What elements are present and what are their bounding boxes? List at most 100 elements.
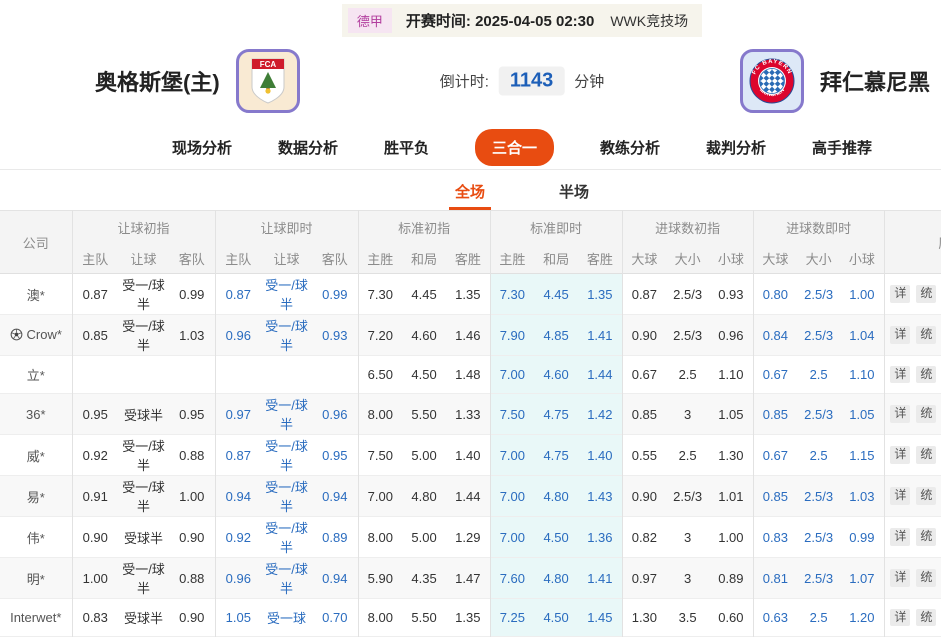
odds-cell: 0.92 (72, 435, 118, 476)
detail-button[interactable]: 详 (890, 366, 910, 383)
stats-button[interactable]: 统 (916, 446, 936, 463)
company-cell: Interwet* (0, 599, 72, 637)
odds-cell: 1.00 (709, 517, 753, 558)
subcol-handicap: 让球 (118, 243, 169, 274)
soccer-ball-icon (10, 328, 23, 344)
odds-cell (312, 356, 358, 394)
odds-cell: 7.90 (490, 315, 534, 356)
tab-coach-analysis[interactable]: 教练分析 (600, 137, 660, 158)
odds-cell: 1.42 (578, 394, 622, 435)
subcol-handicap: 让球 (261, 243, 312, 274)
odds-cell: 0.99 (312, 274, 358, 315)
table-row: 易*0.91受一/球半1.000.94受一/球半0.947.004.801.44… (0, 476, 941, 517)
countdown-label: 倒计时: (440, 71, 489, 92)
table-row: 36*0.95受球半0.950.97受一/球半0.968.005.501.337… (0, 394, 941, 435)
tab-referee-analysis[interactable]: 裁判分析 (706, 137, 766, 158)
col-history: 历史同赔 (884, 211, 941, 274)
group-goals-live: 进球数即时 (753, 211, 884, 244)
subcol-draw: 和局 (534, 243, 578, 274)
period-subtabs: 全场 半场 (0, 170, 941, 210)
odds-cell: 受球半 (118, 517, 169, 558)
company-cell: 伟* (0, 517, 72, 558)
stats-button[interactable]: 统 (916, 487, 936, 504)
odds-cell: 7.20 (358, 315, 402, 356)
detail-button[interactable]: 详 (890, 326, 910, 343)
odds-cell: 6.50 (358, 356, 402, 394)
col-company: 公司 (0, 211, 72, 274)
odds-cell: 1.44 (446, 476, 490, 517)
odds-cell: 受一/球半 (261, 476, 312, 517)
odds-cell: 8.00 (358, 599, 402, 637)
odds-cell: 0.90 (622, 476, 666, 517)
odds-cell: 0.93 (709, 274, 753, 315)
company-name: 澳* (27, 288, 45, 303)
odds-cell: 7.30 (358, 274, 402, 315)
odds-cell: 7.00 (490, 476, 534, 517)
detail-button[interactable]: 详 (890, 528, 910, 545)
company-cell: 威* (0, 435, 72, 476)
odds-cell: 4.80 (534, 558, 578, 599)
subtab-half-time[interactable]: 半场 (553, 181, 595, 210)
subcol-home: 主队 (215, 243, 261, 274)
tab-live-analysis[interactable]: 现场分析 (172, 137, 232, 158)
odds-cell: 2.5/3 (797, 517, 840, 558)
stats-button[interactable]: 统 (916, 326, 936, 343)
odds-cell: 0.95 (72, 394, 118, 435)
company-name: 36* (26, 407, 46, 422)
odds-cell: 8.00 (358, 517, 402, 558)
odds-cell: 4.85 (534, 315, 578, 356)
stats-button[interactable]: 统 (916, 609, 936, 626)
stats-button[interactable]: 统 (916, 366, 936, 383)
odds-cell: 1.29 (446, 517, 490, 558)
odds-cell: 2.5 (797, 599, 840, 637)
group-handicap-initial: 让球初指 (72, 211, 215, 244)
tab-data-analysis[interactable]: 数据分析 (278, 137, 338, 158)
odds-cell: 4.80 (402, 476, 446, 517)
home-team-name: 奥格斯堡(主) (95, 65, 220, 97)
detail-button[interactable]: 详 (890, 446, 910, 463)
company-name: 伟* (27, 531, 45, 546)
detail-button[interactable]: 详 (890, 487, 910, 504)
subcol-home-win: 主胜 (490, 243, 534, 274)
odds-cell: 1.03 (840, 476, 884, 517)
detail-button[interactable]: 详 (890, 569, 910, 586)
detail-button[interactable]: 详 (890, 609, 910, 626)
tab-three-in-one[interactable]: 三合一 (475, 129, 554, 166)
stats-button[interactable]: 统 (916, 405, 936, 422)
odds-cell: 1.07 (840, 558, 884, 599)
stats-button[interactable]: 统 (916, 528, 936, 545)
odds-cell: 0.80 (753, 274, 797, 315)
actions-cell: 详统 (884, 517, 941, 558)
odds-cell: 1.48 (446, 356, 490, 394)
odds-cell: 0.88 (169, 435, 215, 476)
actions-cell: 详统 (884, 274, 941, 315)
stats-button[interactable]: 统 (916, 285, 936, 302)
odds-cell: 0.96 (312, 394, 358, 435)
odds-cell: 0.85 (753, 476, 797, 517)
odds-cell: 0.60 (709, 599, 753, 637)
odds-cell: 1.00 (72, 558, 118, 599)
odds-cell: 1.05 (215, 599, 261, 637)
odds-cell: 7.00 (490, 517, 534, 558)
tab-expert-picks[interactable]: 高手推荐 (812, 137, 872, 158)
subcol-draw: 和局 (402, 243, 446, 274)
odds-cell: 0.99 (169, 274, 215, 315)
stats-button[interactable]: 统 (916, 569, 936, 586)
actions-cell: 详统 (884, 356, 941, 394)
subcol-line: 大小 (797, 243, 840, 274)
odds-cell: 0.91 (72, 476, 118, 517)
odds-cell: 4.80 (534, 476, 578, 517)
countdown-value: 1143 (499, 67, 564, 96)
odds-cell: 4.60 (534, 356, 578, 394)
odds-cell: 5.00 (402, 517, 446, 558)
odds-cell: 4.50 (402, 356, 446, 394)
odds-cell: 0.90 (169, 599, 215, 637)
kickoff-label: 开赛时间: (406, 13, 471, 30)
detail-button[interactable]: 详 (890, 285, 910, 302)
tab-win-draw-lose[interactable]: 胜平负 (384, 137, 429, 158)
odds-cell: 1.00 (169, 476, 215, 517)
subtab-full-time[interactable]: 全场 (449, 181, 491, 210)
detail-button[interactable]: 详 (890, 405, 910, 422)
odds-cell: 受一/球半 (118, 274, 169, 315)
odds-cell: 0.87 (215, 274, 261, 315)
